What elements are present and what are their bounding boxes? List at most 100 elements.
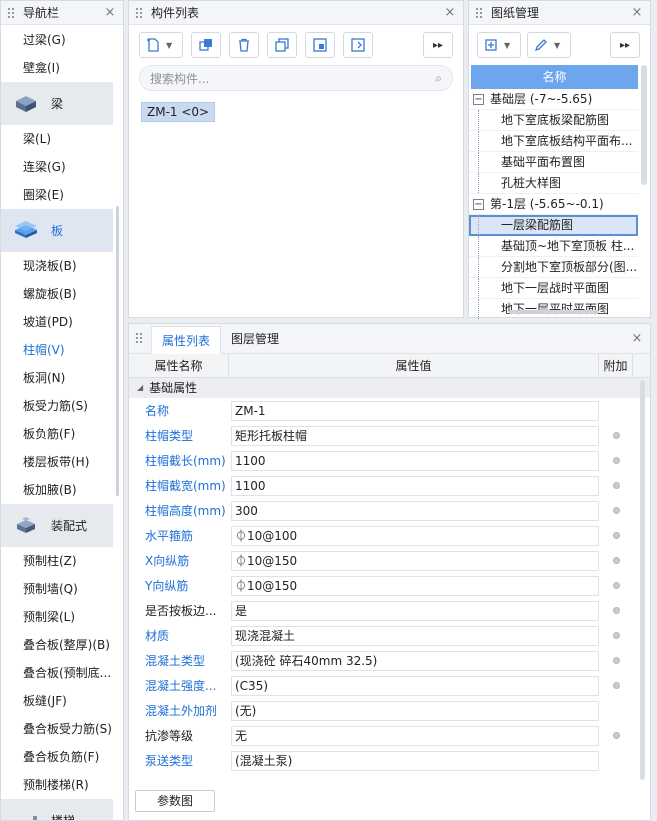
collapse-triangle-icon[interactable]: ◢ (137, 378, 143, 398)
collapse-toggle-icon[interactable]: − (473, 198, 484, 210)
attach-cell[interactable] (599, 607, 633, 614)
attach-checkbox-icon[interactable] (612, 557, 620, 564)
search-icon[interactable]: ⌕ (435, 71, 442, 86)
nav-item[interactable]: 预制柱(Z) (1, 547, 123, 575)
property-value-field[interactable]: 是 (231, 600, 599, 621)
nav-item[interactable]: 螺旋板(B) (1, 280, 123, 308)
attach-checkbox-icon[interactable] (612, 632, 620, 639)
drag-grip-icon[interactable] (475, 6, 483, 19)
tree-item[interactable]: 地下室底板梁配筋图 (469, 110, 638, 131)
nav-category[interactable]: 板 (1, 209, 113, 252)
new-component-button[interactable]: ▼ (139, 32, 183, 58)
nav-item[interactable]: 板受力筋(S) (1, 392, 123, 420)
nav-item[interactable]: 柱帽(V) (1, 336, 123, 364)
property-value-field[interactable]: 无 (231, 725, 599, 746)
more-tools-button[interactable]: ▸▸ (423, 32, 453, 58)
drag-grip-icon[interactable] (135, 6, 143, 19)
property-value-field[interactable]: (现浇砼 碎石40mm 32.5) (231, 650, 599, 671)
property-value-field[interactable]: ZM-1 (231, 400, 599, 421)
tree-item[interactable]: 分割地下室顶板部分(图... (469, 257, 638, 278)
drawing-hscrollbar[interactable] (509, 310, 599, 314)
tree-item[interactable]: 一层梁配筋图 (469, 215, 638, 236)
attach-checkbox-icon[interactable] (612, 732, 620, 739)
property-value-field[interactable]: (无) (231, 700, 599, 721)
nav-scrollbar[interactable] (116, 206, 119, 496)
close-icon[interactable]: × (628, 331, 646, 346)
property-value-field[interactable]: (混凝土泵) (231, 750, 599, 771)
nav-item[interactable]: 叠合板(预制底... (1, 659, 123, 687)
search-input[interactable]: 搜索构件... (150, 70, 435, 87)
more-tools-button[interactable]: ▸▸ (610, 32, 640, 58)
attach-cell[interactable] (599, 532, 633, 539)
attach-cell[interactable] (599, 507, 633, 514)
nav-item[interactable]: 板加腋(B) (1, 476, 123, 504)
property-value-field[interactable]: 1100 (231, 450, 599, 471)
tab-layer-management[interactable]: 图层管理 (221, 325, 289, 353)
nav-item[interactable]: 板缝(JF) (1, 687, 123, 715)
edit-drawing-button[interactable]: ▼ (527, 32, 571, 58)
attach-checkbox-icon[interactable] (612, 607, 620, 614)
attach-checkbox-icon[interactable] (612, 582, 620, 589)
tree-group[interactable]: − 基础层 (-7~-5.65) (469, 89, 638, 110)
attach-cell[interactable] (599, 732, 633, 739)
property-value-field[interactable]: 300 (231, 500, 599, 521)
drag-grip-icon[interactable] (7, 6, 15, 19)
nav-item[interactable]: 预制楼梯(R) (1, 771, 123, 799)
attach-cell[interactable] (599, 432, 633, 439)
drag-grip-icon[interactable] (135, 332, 143, 344)
nav-item[interactable]: 圈梁(E) (1, 181, 123, 209)
delete-component-button[interactable] (229, 32, 259, 58)
nav-item[interactable]: 板洞(N) (1, 364, 123, 392)
search-box[interactable]: 搜索构件... ⌕ (139, 65, 453, 91)
nav-category[interactable]: 楼梯 (1, 799, 113, 820)
tree-item[interactable]: 基础平面布置图 (469, 152, 638, 173)
nav-item[interactable]: 叠合板负筋(F) (1, 743, 123, 771)
nav-item[interactable]: 坡道(PD) (1, 308, 123, 336)
nav-item[interactable]: 叠合板(整厚)(B) (1, 631, 123, 659)
nav-item[interactable]: 叠合板受力筋(S) (1, 715, 123, 743)
nav-item[interactable]: 连梁(G) (1, 153, 123, 181)
attach-checkbox-icon[interactable] (612, 657, 620, 664)
close-icon[interactable]: × (441, 5, 459, 20)
parameter-diagram-button[interactable]: 参数图 (135, 790, 215, 812)
import-component-button[interactable] (305, 32, 335, 58)
property-value-field[interactable]: 1100 (231, 475, 599, 496)
property-value-field[interactable]: 现浇混凝土 (231, 625, 599, 646)
nav-item[interactable]: 预制墙(Q) (1, 575, 123, 603)
property-value-field[interactable]: ⏀10@150 (231, 575, 599, 596)
component-item[interactable]: ZM-1 <0> (141, 102, 216, 122)
attach-cell[interactable] (599, 557, 633, 564)
close-icon[interactable]: × (101, 5, 119, 20)
attach-checkbox-icon[interactable] (612, 532, 620, 539)
nav-category[interactable]: 梁 (1, 82, 113, 125)
property-value-field[interactable]: ⏀10@100 (231, 525, 599, 546)
sort-component-button[interactable] (343, 32, 373, 58)
tree-item[interactable]: 地下室底板结构平面布... (469, 131, 638, 152)
chevron-down-icon[interactable]: ▼ (166, 41, 172, 50)
nav-item[interactable]: 楼层板带(H) (1, 448, 123, 476)
nav-item[interactable]: 壁龛(I) (1, 54, 123, 82)
chevron-down-icon[interactable]: ▼ (554, 41, 560, 50)
section-basic-properties[interactable]: ◢ 基础属性 (129, 378, 650, 398)
layer-copy-button[interactable] (267, 32, 297, 58)
collapse-toggle-icon[interactable]: − (473, 93, 484, 105)
attach-checkbox-icon[interactable] (612, 457, 620, 464)
close-icon[interactable]: × (628, 5, 646, 20)
attach-cell[interactable] (599, 457, 633, 464)
attach-cell[interactable] (599, 657, 633, 664)
properties-scrollbar[interactable] (640, 380, 645, 780)
attach-checkbox-icon[interactable] (612, 507, 620, 514)
chevron-down-icon[interactable]: ▼ (504, 41, 510, 50)
nav-item[interactable]: 过梁(G) (1, 26, 123, 54)
attach-cell[interactable] (599, 582, 633, 589)
attach-cell[interactable] (599, 482, 633, 489)
tree-item[interactable]: 基础顶~地下室顶板 柱... (469, 236, 638, 257)
nav-item[interactable]: 现浇板(B) (1, 252, 123, 280)
property-value-field[interactable]: ⏀10@150 (231, 550, 599, 571)
nav-item[interactable]: 板负筋(F) (1, 420, 123, 448)
tree-item[interactable]: 孔桩大样图 (469, 173, 638, 194)
attach-cell[interactable] (599, 682, 633, 689)
property-value-field[interactable]: (C35) (231, 675, 599, 696)
add-drawing-button[interactable]: ▼ (477, 32, 521, 58)
attach-checkbox-icon[interactable] (612, 682, 620, 689)
